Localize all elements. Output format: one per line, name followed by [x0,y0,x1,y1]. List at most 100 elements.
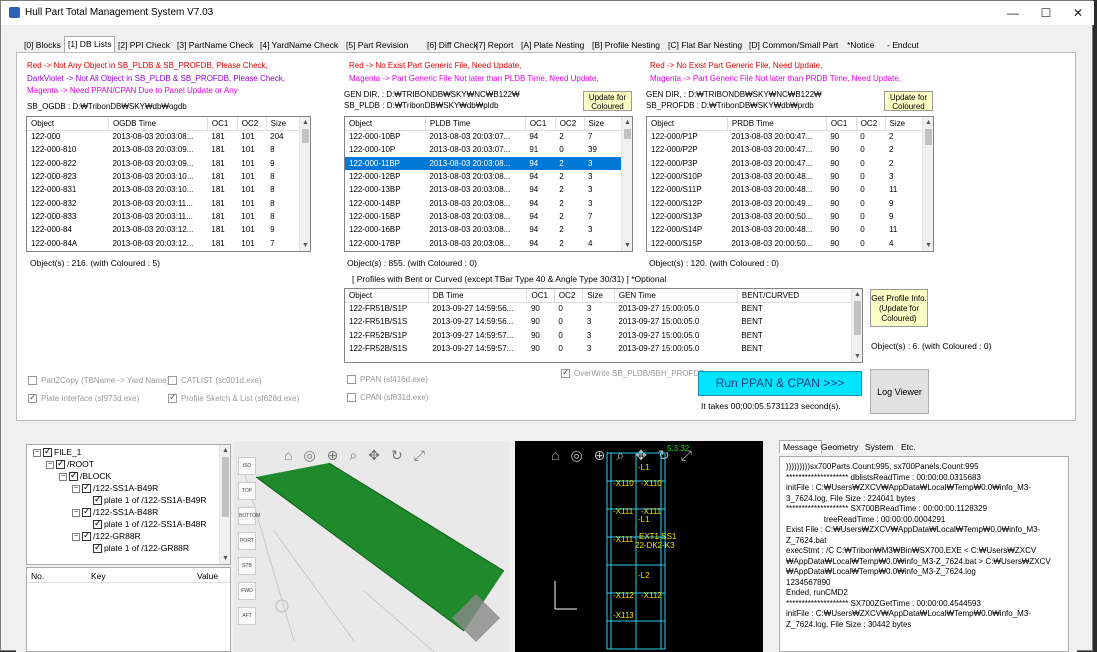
tab-notice[interactable]: *Notice [844,38,877,52]
col-pldb-time[interactable]: PLDB Time [425,117,526,131]
tab-endcut[interactable]: - Endcut [884,38,922,52]
tab-plate-nesting[interactable]: [A] Plate Nesting [518,38,587,52]
tab-report[interactable]: [7] Report [473,38,516,52]
col-oc2[interactable]: OC2 [555,117,585,131]
tree-scrollbar[interactable]: ▲ ▼ [219,445,230,564]
ogdb-list[interactable]: Object OGDB Time OC1 OC2 Size 122-000 201… [26,116,311,252]
view-stb-button[interactable]: STB [238,557,256,575]
prdb-scrollbar[interactable]: ▲ ▼ [922,117,933,251]
tree-node-b48r[interactable]: −/122-SS1A-B48R [72,506,158,518]
update-coloured-button-pldb[interactable]: Update for Coloured [583,91,632,111]
tab-message[interactable]: Message [779,440,822,453]
table-row[interactable]: 122-FR51B/S1P 2013-09-27 14:59:56... 90 0 3 2… [345,302,862,315]
2d-viewport[interactable]: ⌂◎⊕⌕✥↻⤢ -X110 -X111 -X111 -X112 -X113 -L… [515,441,763,652]
table-row[interactable]: 122-000-84 2013-08-03 20:03:12... 181 101 9 [27,223,310,236]
pldb-scrollbar[interactable]: ▲ ▼ [621,117,632,251]
table-row[interactable]: 122-000-832 2013-08-03 20:03:11... 181 101 8 [27,196,310,209]
table-row[interactable]: 122-000-833 2013-08-03 20:03:11... 181 101 8 [27,210,310,223]
tree-node-plate-b48r[interactable]: plate 1 of /122-SS1A-B48R [93,518,207,530]
table-row[interactable]: 122-000-810 2013-08-03 20:03:09... 181 101 8 [27,143,310,156]
profiles-scrollbar[interactable]: ▲ ▼ [851,289,862,362]
view-top-button[interactable]: TOP [238,482,256,500]
col-oc1[interactable]: OC1 [207,117,238,131]
view-iso-button[interactable]: ISO [238,457,256,475]
table-row[interactable]: 122-000-10P 2013-08-03 20:03:07... 91 0 39 [345,143,632,156]
view-aft-button[interactable]: AFT [238,607,256,625]
table-row[interactable]: 122-FR51B/S1S 2013-09-27 14:59:56... 90 0 3 2… [345,315,862,328]
col-gen-time[interactable]: GEN Time [614,289,738,303]
table-row[interactable]: 122-000/P3P 2013-08-03 20:00:47... 90 0 2 [647,157,933,170]
pldb-list[interactable]: Object PLDB Time OC1 OC2 Size 122-000-10… [344,116,633,252]
profiles-list[interactable]: Object DB Time OC1 OC2 Size GEN Time BEN… [344,288,863,363]
log-viewer-button[interactable]: Log Viewer [870,369,929,414]
tab-yardname-check[interactable]: [4] YardName Check [257,38,341,52]
tab-ppi-check[interactable]: [2] PPI Check [115,38,173,52]
col-size[interactable]: Size [582,289,615,303]
col-oc1[interactable]: OC1 [526,289,555,303]
tree-node-plate-b49r[interactable]: plate 1 of /122-SS1A-B49R [93,494,207,506]
col-oc1[interactable]: OC1 [525,117,556,131]
table-row[interactable]: 122-000-13BP 2013-08-03 20:03:08... 94 2 3 [345,183,632,196]
model-tree[interactable]: −FILE_1 −/ROOT −/BLOCK −/122-SS1A-B49R p… [26,444,231,565]
table-row[interactable]: 122-000/S15P 2013-08-03 20:00:50... 90 0 4 [647,236,933,249]
col-ogdb-time[interactable]: OGDB Time [108,117,208,131]
tree-node-root[interactable]: −/ROOT [46,458,94,470]
get-profile-info-button[interactable]: Get Profile Info. (Update for Coloured) [870,289,928,327]
tree-node-block[interactable]: −/BLOCK [59,470,111,482]
tab-part-revision[interactable]: [5] Part Revision [343,38,411,52]
table-row[interactable]: 122-000/S11P 2013-08-03 20:00:48... 90 0 11 [647,183,933,196]
table-row[interactable]: 122-000-831 2013-08-03 20:03:10... 181 101 8 [27,183,310,196]
tab-db-lists[interactable]: [1] DB Lists [64,36,116,52]
tab-flat-bar-nesting[interactable]: [C] Flat Bar Nesting [665,38,745,52]
col-bent-curved[interactable]: BENT/CURVED [737,289,862,303]
table-row[interactable]: 122-000-14BP 2013-08-03 20:03:08... 94 2 3 [345,196,632,209]
tab-system[interactable]: System [865,442,893,452]
prdb-list[interactable]: Object PRDB Time OC1 OC2 Size 122-000/P1… [646,116,934,252]
table-row[interactable]: 122-FR52B/S1P 2013-09-27 14:59:57... 90 0 3 2… [345,329,862,342]
col-db-time[interactable]: DB Time [428,289,528,303]
table-row[interactable]: 122-FR52B/S1S 2013-09-27 14:59:57... 90 0 3 2… [345,342,862,355]
table-row[interactable]: 122-000/S14P 2013-08-03 20:00:48... 90 0 11 [647,223,933,236]
tree-node-plate-gr88r[interactable]: plate 1 of /122-GR88R [93,542,189,554]
tab-geometry[interactable]: Geometry [821,442,858,452]
ppan-checkbox[interactable]: PPAN (sf416d.exe) [347,375,428,385]
tab-blocks[interactable]: [0] Blocks [21,38,64,52]
table-row[interactable]: 122-000-15BP 2013-08-03 20:03:08... 94 2 7 [345,210,632,223]
table-row[interactable]: 122-000-84A 2013-08-03 20:03:12... 181 101 7 [27,236,310,249]
col-prdb-time[interactable]: PRDB Time [727,117,827,131]
table-row[interactable]: 122-000/S12P 2013-08-03 20:00:49... 90 0 9 [647,196,933,209]
table-row[interactable]: 122-000-17BP 2013-08-03 20:03:08... 94 2 4 [345,236,632,249]
table-row[interactable]: 122-000/P1P 2013-08-03 20:00:47... 90 0 2 [647,130,933,143]
table-row[interactable]: 122-000-16BP 2013-08-03 20:03:08... 94 2 3 [345,223,632,236]
tab-etc[interactable]: Etc. [901,442,916,452]
col-object[interactable]: Object [345,117,426,131]
run-ppan-cpan-button[interactable]: Run PPAN & CPAN >>> [698,371,862,396]
table-row[interactable]: 122-000-11BP 2013-08-03 20:03:08... 94 2 3 [345,156,632,170]
tab-profile-nesting[interactable]: [B] Profile Nesting [589,38,663,52]
view-fwd-button[interactable]: FWD [238,582,256,600]
tab-common-small-part[interactable]: [D] Common/Small Part [746,38,841,52]
col-oc2[interactable]: OC2 [856,117,886,131]
tree-node-file[interactable]: −FILE_1 [33,446,81,458]
table-row[interactable]: 122-000-10BP 2013-08-03 20:03:07... 94 2 7 [345,130,632,143]
overwrite-checkbox[interactable]: OverWrite SB_PLDB/SBH_PROFDB [561,367,705,379]
table-row[interactable]: 122-000-823 2013-08-03 20:03:10... 181 101 8 [27,170,310,183]
part2copy-checkbox[interactable]: Part2Copy (TBName -> Yard Name) [28,376,169,386]
tree-node-b49r[interactable]: −/122-SS1A-B49R [72,482,158,494]
profile-sketch-checkbox[interactable]: Profile Sketch & List (sf628d.exe) [168,392,299,404]
cpan-checkbox[interactable]: CPAN (sf831d.exe) [347,393,428,403]
table-row[interactable]: 122-000/P2P 2013-08-03 20:00:47... 90 0 2 [647,143,933,156]
update-coloured-button-prdb[interactable]: Update for Coloured [884,91,933,111]
maximize-button[interactable]: ☐ [1038,5,1054,21]
col-object[interactable]: Object [345,289,429,303]
col-object[interactable]: Object [27,117,109,131]
view-bottom-button[interactable]: BOTTOM [238,507,260,525]
tree-node-gr88r[interactable]: −/122-GR88R [72,530,141,542]
view-port-button[interactable]: PORT [238,532,256,550]
plate-interface-checkbox[interactable]: Plate Interface (sf973d.exe) [28,392,139,404]
minimize-button[interactable]: — [1005,5,1021,21]
close-button[interactable]: ✕ [1070,5,1086,21]
3d-viewport[interactable]: ⌂◎⊕⌕✥↻⤢ [234,441,509,652]
table-row[interactable]: 122-000/S13P 2013-08-03 20:00:50... 90 0 9 [647,210,933,223]
message-log[interactable]: )))))))))sx700Parts.Count:995, sx700Pane… [779,456,1069,652]
